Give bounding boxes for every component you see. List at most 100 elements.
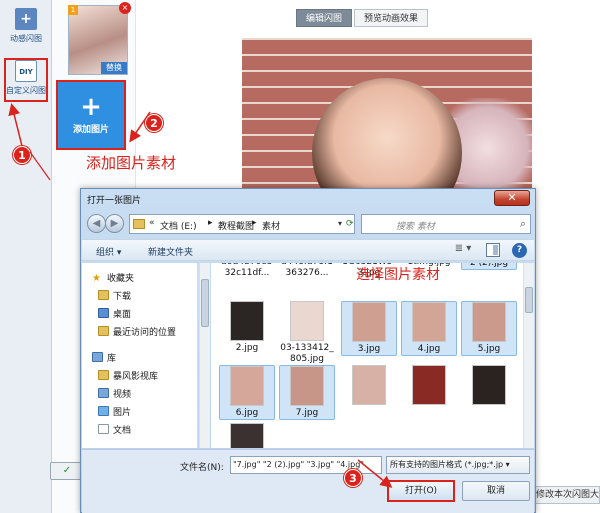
nav-documents-label: 文档 bbox=[113, 426, 132, 436]
breadcrumb-drive[interactable]: 文档 (E:) bbox=[160, 219, 197, 232]
nav-storm-label: 暴风影视库 bbox=[113, 372, 159, 382]
confirm-button[interactable]: ✓ bbox=[50, 462, 84, 480]
diy-icon: DIY bbox=[15, 60, 37, 82]
new-folder-button[interactable]: 新建文件夹 bbox=[148, 245, 193, 258]
search-icon: ⌕ bbox=[519, 217, 526, 230]
star-icon: ★ bbox=[92, 273, 101, 284]
dialog-toolbar: 组织 ▾ 新建文件夹 ≣ ▾ ? bbox=[82, 239, 534, 261]
back-arrow-icon[interactable]: ◀ bbox=[87, 214, 106, 233]
file-item[interactable] bbox=[461, 365, 517, 407]
dialog-title: 打开一张图片 bbox=[87, 196, 142, 206]
nav-recent-label: 最近访问的位置 bbox=[113, 328, 177, 338]
nav-desktop-label: 桌面 bbox=[113, 310, 132, 320]
diy-mode-button[interactable]: DIY 自定义闪图 bbox=[4, 58, 48, 102]
replace-frame-button[interactable]: 替换 bbox=[101, 62, 127, 74]
file-item[interactable]: 2.jpg bbox=[219, 301, 275, 354]
navigation-pane: ★ 收藏夹 下载 桌面 最近访问的位置 库 暴风影视库 视频 图片 文档 bbox=[82, 263, 198, 448]
flash-mode-label: 动感闪图 bbox=[10, 34, 42, 43]
breadcrumb-material[interactable]: 素材 bbox=[262, 219, 280, 232]
dialog-close-button[interactable]: ✕ bbox=[494, 190, 530, 206]
nav-desktop[interactable]: 桌面 bbox=[98, 307, 131, 321]
add-picture-button[interactable]: + 添加图片 bbox=[56, 80, 126, 150]
file-name: 2 (2).jpg bbox=[469, 263, 509, 268]
open-button[interactable]: 打开(O) bbox=[387, 480, 455, 502]
breadcrumb-tutorial[interactable]: 教程截图 bbox=[218, 219, 254, 232]
navigation-bar: ◀ ▶ « 文档 (E:) ▸ 教程截图 ▸ 素材 ▾ ⟳ 搜索 素材 ⌕ bbox=[87, 213, 531, 235]
file-item[interactable]: 5.jpg bbox=[461, 301, 517, 356]
nav-storm[interactable]: 暴风影视库 bbox=[98, 369, 158, 383]
desktop-icon bbox=[98, 308, 109, 318]
step-badge-1: 1 bbox=[13, 146, 31, 164]
navigation-scrollbar[interactable] bbox=[199, 263, 210, 448]
preview-pane-icon[interactable] bbox=[486, 243, 500, 257]
nav-favorites[interactable]: ★ 收藏夹 bbox=[92, 271, 134, 285]
frame-thumbnail[interactable]: 1 × 替换 bbox=[68, 2, 131, 75]
tab-preview[interactable]: 预览动画效果 bbox=[354, 9, 429, 27]
file-thumbnail bbox=[412, 302, 446, 342]
breadcrumb-separator-icon[interactable]: ▸ bbox=[252, 218, 257, 228]
breadcrumb-separator-icon[interactable]: ▸ bbox=[208, 218, 213, 228]
file-item[interactable]: b9a4b70e532c11df... bbox=[219, 263, 275, 279]
dialog-footer: 文件名(N): "7.jpg" "2 (2).jpg" "3.jpg" "4.j… bbox=[82, 449, 534, 513]
file-item[interactable] bbox=[341, 365, 397, 407]
delete-frame-icon[interactable]: × bbox=[119, 2, 131, 14]
file-item[interactable]: d448fa78f1363276... bbox=[279, 263, 335, 279]
nav-recent[interactable]: 最近访问的位置 bbox=[98, 325, 176, 339]
file-name: 2.jpg bbox=[235, 343, 259, 353]
file-thumbnail bbox=[352, 365, 386, 405]
file-item[interactable] bbox=[219, 423, 275, 448]
preview-image bbox=[242, 38, 532, 198]
folder-icon bbox=[133, 219, 145, 229]
cancel-button[interactable]: 取消 bbox=[462, 481, 530, 501]
file-name: 7.jpg bbox=[295, 408, 319, 418]
file-thumbnail bbox=[230, 423, 264, 448]
view-options-icon[interactable]: ≣ ▾ bbox=[452, 243, 474, 258]
video-library-icon bbox=[98, 388, 109, 398]
annotation-add-picture: 添加图片素材 bbox=[86, 154, 177, 172]
address-bar[interactable]: « 文档 (E:) ▸ 教程截图 ▸ 素材 ▾ ⟳ bbox=[129, 214, 355, 234]
filetype-select[interactable]: 所有支持的图片格式 (*.jpg;*.jp ▾ bbox=[386, 456, 530, 474]
forward-arrow-icon[interactable]: ▶ bbox=[105, 214, 124, 233]
file-thumbnail bbox=[290, 301, 324, 341]
filename-label: 文件名(N): bbox=[180, 463, 224, 473]
nav-downloads-label: 下载 bbox=[113, 292, 132, 302]
file-name: 6.jpg bbox=[235, 408, 259, 418]
nav-video-label: 视频 bbox=[113, 390, 132, 400]
scrollbar-thumb[interactable] bbox=[201, 279, 209, 327]
step-badge-3: 3 bbox=[344, 469, 362, 487]
nav-video[interactable]: 视频 bbox=[98, 387, 131, 401]
address-dropdown-icon[interactable]: ▾ bbox=[338, 219, 342, 228]
nav-downloads[interactable]: 下载 bbox=[98, 289, 131, 303]
scrollbar-thumb[interactable] bbox=[525, 287, 533, 313]
flash-image-icon: + bbox=[15, 8, 37, 30]
refresh-icon[interactable]: ⟳ bbox=[346, 215, 356, 233]
file-item[interactable]: 6.jpg bbox=[219, 365, 275, 420]
step-badge-2: 2 bbox=[145, 114, 163, 132]
resize-button[interactable]: 修改本次闪图大小 bbox=[532, 486, 600, 504]
file-item[interactable] bbox=[401, 365, 457, 407]
file-list-scrollbar[interactable] bbox=[523, 263, 534, 448]
file-thumbnail bbox=[230, 301, 264, 341]
nav-library[interactable]: 库 bbox=[92, 351, 116, 365]
file-item[interactable]: 7.jpg bbox=[279, 365, 335, 420]
nav-library-label: 库 bbox=[107, 354, 117, 364]
nav-pictures-label: 图片 bbox=[113, 408, 132, 418]
nav-pictures[interactable]: 图片 bbox=[98, 405, 131, 419]
nav-documents[interactable]: 文档 bbox=[98, 423, 131, 437]
tab-edit[interactable]: 编辑闪图 bbox=[296, 9, 353, 27]
overflow-chevron-icon[interactable]: « bbox=[149, 218, 155, 228]
search-input[interactable]: 搜索 素材 ⌕ bbox=[361, 214, 531, 234]
open-file-dialog: 打开一张图片 ✕ ◀ ▶ « 文档 (E:) ▸ 教程截图 ▸ 素材 ▾ ⟳ 搜… bbox=[80, 188, 536, 513]
help-icon[interactable]: ? bbox=[512, 243, 527, 258]
organize-button[interactable]: 组织 ▾ bbox=[96, 245, 121, 258]
view-tabs: 编辑闪图 预览动画效果 bbox=[296, 9, 430, 27]
frame-index: 1 bbox=[68, 5, 78, 15]
file-thumbnail bbox=[230, 366, 264, 406]
flash-mode-button[interactable]: + 动感闪图 bbox=[4, 8, 48, 52]
file-name: 03-133412_805.jpg bbox=[280, 343, 334, 364]
file-item[interactable]: 4.jpg bbox=[401, 301, 457, 356]
file-name: 4.jpg bbox=[417, 344, 441, 354]
file-item[interactable]: 2 (2).jpg bbox=[461, 263, 517, 270]
file-item[interactable]: 03-133412_805.jpg bbox=[279, 301, 335, 365]
file-item[interactable]: 3.jpg bbox=[341, 301, 397, 356]
